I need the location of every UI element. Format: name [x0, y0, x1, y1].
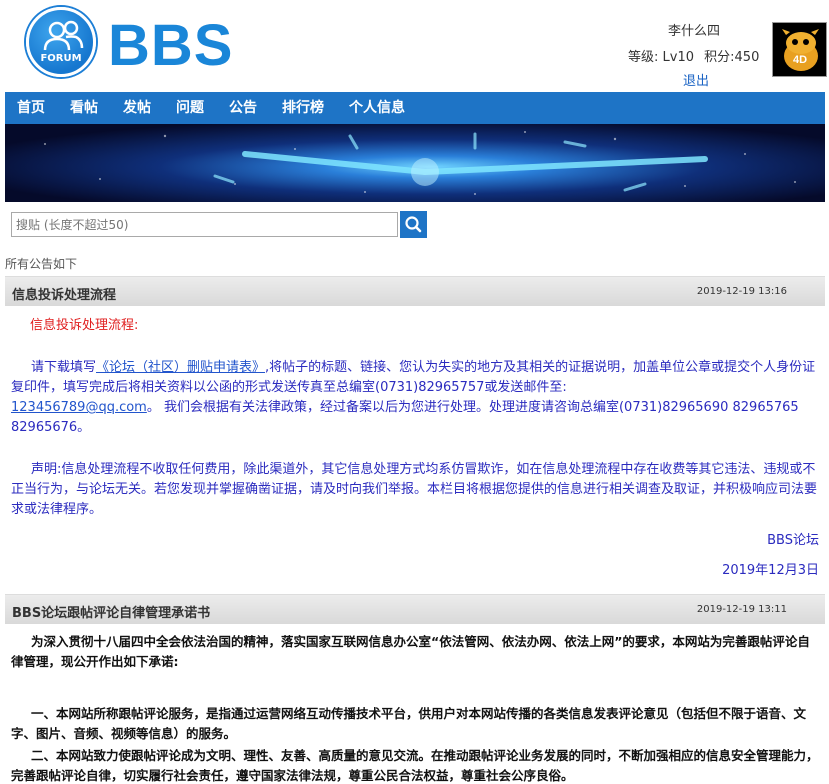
nav-item-questions[interactable]: 问题: [164, 92, 217, 124]
nav-item-post[interactable]: 发帖: [111, 92, 164, 124]
nav-item-profile[interactable]: 个人信息: [337, 92, 418, 124]
post-sign-date: 2019年12月3日: [722, 563, 819, 578]
avatar[interactable]: 4D: [772, 22, 827, 77]
post-paragraph: 为深入贯彻十八届四中全会依法治国的精神，落实国家互联网信息办公室“依法管网、依法…: [11, 634, 810, 669]
post-date: 2019-12-19 13:11: [696, 604, 787, 615]
email-link[interactable]: 123456789@qq.com: [11, 400, 147, 415]
post-header[interactable]: BBS论坛跟帖评论自律管理承诺书 2019-12-19 13:11: [5, 594, 825, 624]
site-header: FORUM BBS 李什么四 等级: Lv10 积分:450 退出 4D: [0, 0, 829, 92]
post-disclaimer: 声明:信息处理流程不收取任何费用，除此渠道外，其它信息处理方式均系仿冒欺诈，如在…: [11, 462, 818, 517]
banner-clock-art: [44, 131, 796, 195]
nav-item-browse[interactable]: 看帖: [58, 92, 111, 124]
post-heading: 信息投诉处理流程:: [30, 318, 139, 333]
user-level: 等级: Lv10: [628, 50, 694, 65]
delete-request-form-link[interactable]: 《论坛（社区）删贴申请表》: [96, 360, 265, 375]
post-paragraph: 请下载填写《论坛（社区）删贴申请表》,将帖子的标题、链接、您认为失实的地方及其相…: [11, 358, 819, 438]
post-header[interactable]: 信息投诉处理流程 2019-12-19 13:16: [5, 276, 825, 306]
main-nav: 首页 看帖 发帖 问题 公告 排行榜 个人信息: [5, 92, 825, 124]
avatar-mascot-icon: 4D: [773, 23, 826, 76]
search-input[interactable]: [11, 212, 398, 237]
search-icon: [405, 216, 422, 233]
paragraph-text: 请下载填写: [31, 360, 97, 375]
logo-wordmark[interactable]: BBS: [108, 14, 233, 78]
nav-item-home[interactable]: 首页: [5, 92, 58, 124]
user-name[interactable]: 李什么四: [668, 20, 720, 39]
post-title[interactable]: 信息投诉处理流程: [12, 284, 116, 303]
section-caption: 所有公告如下: [5, 257, 78, 271]
avatar-text: 4D: [793, 54, 807, 66]
post-signature: BBS论坛: [767, 533, 819, 548]
nav-item-leaderboard[interactable]: 排行榜: [270, 92, 337, 124]
logo-badge-text: FORUM: [40, 53, 82, 64]
header-banner: [5, 124, 825, 202]
logout-link[interactable]: 退出: [683, 70, 709, 89]
post-paragraph: 一、本网站所称跟帖评论服务，是指通过运营网络互动传播技术平台，供用户对本网站传播…: [11, 706, 807, 741]
forum-logo[interactable]: FORUM: [26, 7, 96, 77]
post-title[interactable]: BBS论坛跟帖评论自律管理承诺书: [12, 602, 210, 621]
user-points: 积分:450: [704, 50, 760, 65]
users-icon: [43, 20, 84, 51]
user-stats: 等级: Lv10 积分:450: [628, 46, 765, 65]
post-date: 2019-12-19 13:16: [696, 286, 787, 297]
search-button[interactable]: [400, 211, 427, 238]
post-paragraph: 二、本网站致力使跟帖评论成为文明、理性、友善、高质量的意见交流。在推动跟帖评论业…: [11, 748, 819, 783]
nav-item-announcements[interactable]: 公告: [217, 92, 270, 124]
